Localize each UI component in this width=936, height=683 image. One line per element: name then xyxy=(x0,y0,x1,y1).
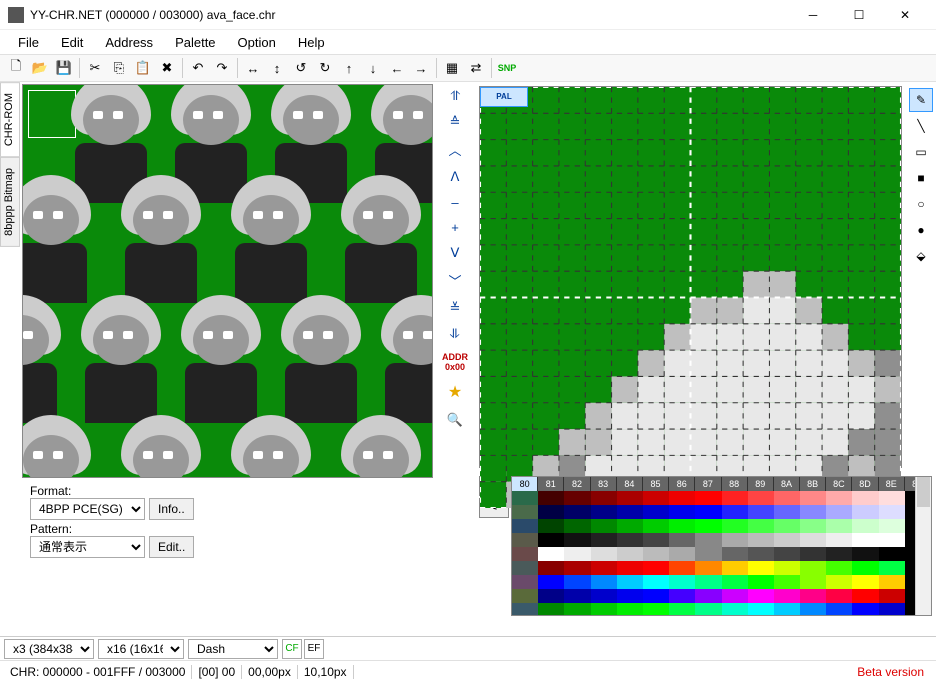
scroll-bot-icon[interactable]: ⥥ xyxy=(450,326,459,342)
bucket-tool-icon[interactable]: ⬙ xyxy=(909,244,933,268)
status-px: 00,00px xyxy=(242,665,298,679)
menu-option[interactable]: Option xyxy=(228,33,286,52)
rect-tool-icon[interactable]: ▭ xyxy=(909,140,933,164)
scroll-up3-icon[interactable]: ≙ xyxy=(450,114,461,130)
copy-icon[interactable]: ⎘ xyxy=(107,56,131,80)
pal-button[interactable]: PAL xyxy=(480,87,528,107)
menu-file[interactable]: File xyxy=(8,33,49,52)
toolbar: 🗋 📂 💾 ✂ ⎘ 📋 ✖ ↶ ↷ ↔ ↕ ↺ ↻ ↑ ↓ ← → ▦ ⇄ SN… xyxy=(0,54,936,82)
undo-icon[interactable]: ↶ xyxy=(186,56,210,80)
shift-u-icon[interactable]: ↑ xyxy=(337,56,361,80)
scroll-minus-icon[interactable]: – xyxy=(451,195,458,210)
delete-icon[interactable]: ✖ xyxy=(155,56,179,80)
shift-d-icon[interactable]: ↓ xyxy=(361,56,385,80)
menu-help[interactable]: Help xyxy=(288,33,335,52)
left-panel: CHR-ROM 8bppp Bitmap ⥣ ≙ ︿ ᐱ – + ᐯ ﹀ ≚ ⥥… xyxy=(0,82,475,636)
rotate-l-icon[interactable]: ↺ xyxy=(289,56,313,80)
chr-viewer[interactable] xyxy=(22,84,433,478)
status-bar: CHR: 000000 - 001FFF / 003000 [00] 00 00… xyxy=(0,661,936,683)
rotate-r-icon[interactable]: ↻ xyxy=(313,56,337,80)
edit-button[interactable]: Edit.. xyxy=(149,536,194,558)
menu-bar: File Edit Address Palette Option Help xyxy=(0,30,936,54)
zoom-icon[interactable]: 🔍 xyxy=(447,412,463,428)
pencil-tool-icon[interactable]: ✎ xyxy=(909,88,933,112)
edit-view: ✎ ╲ ▭ ■ ○ ● ⬙ xyxy=(475,82,936,472)
maximize-button[interactable]: ☐ xyxy=(836,0,882,30)
grid-fg-icon[interactable]: CF xyxy=(282,639,302,659)
favorite-icon[interactable]: ★ xyxy=(448,382,462,402)
pixel-grid[interactable] xyxy=(479,86,902,468)
left-form: Format: 4BPP PCE(SG) Info.. Pattern: 通常表… xyxy=(0,480,475,564)
menu-edit[interactable]: Edit xyxy=(51,33,93,52)
drawing-tools: ✎ ╲ ▭ ■ ○ ● ⬙ xyxy=(906,82,936,472)
cut-icon[interactable]: ✂ xyxy=(83,56,107,80)
flip-v-icon[interactable]: ↕ xyxy=(265,56,289,80)
redo-icon[interactable]: ↷ xyxy=(210,56,234,80)
status-coord: 10,10px xyxy=(298,665,354,679)
tab-chr-rom[interactable]: CHR-ROM xyxy=(0,82,20,157)
format-label: Format: xyxy=(30,484,445,498)
scroll-controls: ⥣ ≙ ︿ ᐱ – + ᐯ ﹀ ≚ ⥥ ADDR 0x00 ★ 🔍 xyxy=(435,82,475,480)
circle-tool-icon[interactable]: ○ xyxy=(909,192,933,216)
menu-palette[interactable]: Palette xyxy=(165,33,225,52)
swap-icon[interactable]: ⇄ xyxy=(464,56,488,80)
palette-icon[interactable]: ▦ xyxy=(440,56,464,80)
fillrect-tool-icon[interactable]: ■ xyxy=(909,166,933,190)
scroll-up2-icon[interactable]: ︿ xyxy=(448,140,461,159)
new-icon[interactable]: 🗋 xyxy=(4,56,28,80)
menu-address[interactable]: Address xyxy=(95,33,163,52)
title-bar: YY-CHR.NET (000000 / 003000) ava_face.ch… xyxy=(0,0,936,30)
addr-button[interactable]: ADDR 0x00 xyxy=(435,352,475,372)
minimize-button[interactable]: ─ xyxy=(790,0,836,30)
tab-bitmap[interactable]: 8bppp Bitmap xyxy=(0,157,20,247)
status-index: [00] 00 xyxy=(192,665,242,679)
paste-icon[interactable]: 📋 xyxy=(131,56,155,80)
zoom-select[interactable]: x3 (384x384) xyxy=(4,639,94,659)
tab-strip: CHR-ROM 8bppp Bitmap xyxy=(0,82,20,480)
fillcircle-tool-icon[interactable]: ● xyxy=(909,218,933,242)
app-icon xyxy=(8,7,24,23)
palette-view[interactable]: 808182838485868788898A8B8C8D8E8F xyxy=(511,476,932,616)
main-area: CHR-ROM 8bppp Bitmap ⥣ ≙ ︿ ᐱ – + ᐯ ﹀ ≚ ⥥… xyxy=(0,82,936,636)
scroll-dn2-icon[interactable]: ﹀ xyxy=(448,271,461,290)
pattern-select[interactable]: 通常表示 xyxy=(30,536,145,558)
status-chr: CHR: 000000 - 001FFF / 003000 xyxy=(4,665,192,679)
shift-l-icon[interactable]: ← xyxy=(385,56,409,80)
window-title: YY-CHR.NET (000000 / 003000) ava_face.ch… xyxy=(30,8,790,22)
scroll-plus-icon[interactable]: + xyxy=(451,220,459,235)
beta-label: Beta version xyxy=(857,665,932,679)
open-icon[interactable]: 📂 xyxy=(28,56,52,80)
pattern-label: Pattern: xyxy=(30,522,445,536)
line-tool-icon[interactable]: ╲ xyxy=(909,114,933,138)
grid-bg-icon[interactable]: EF xyxy=(304,639,324,659)
right-panel: ✎ ╲ ▭ ■ ○ ● ⬙ PAL SET PAL ✎ 808182838485… xyxy=(475,82,936,636)
save-icon[interactable]: 💾 xyxy=(52,56,76,80)
flip-h-icon[interactable]: ↔ xyxy=(241,56,265,80)
scroll-top-icon[interactable]: ⥣ xyxy=(450,88,459,104)
snap-icon[interactable]: SNP xyxy=(495,56,519,80)
scroll-up1-icon[interactable]: ᐱ xyxy=(451,169,460,185)
scroll-dn3-icon[interactable]: ≚ xyxy=(450,300,461,316)
shift-r-icon[interactable]: → xyxy=(409,56,433,80)
chr-canvas[interactable] xyxy=(23,85,432,477)
scroll-dn1-icon[interactable]: ᐯ xyxy=(451,245,460,261)
close-button[interactable]: ✕ xyxy=(882,0,928,30)
size-select[interactable]: x16 (16x16) xyxy=(98,639,184,659)
palette-scrollbar[interactable] xyxy=(915,477,931,615)
bottom-bar: x3 (384x384) x16 (16x16) Dash CF EF CHR:… xyxy=(0,636,936,683)
format-select[interactable]: 4BPP PCE(SG) xyxy=(30,498,145,520)
info-button[interactable]: Info.. xyxy=(149,498,194,520)
gridstyle-select[interactable]: Dash xyxy=(188,639,278,659)
palette-area: PAL SET PAL ✎ 808182838485868788898A8B8C… xyxy=(479,476,932,616)
